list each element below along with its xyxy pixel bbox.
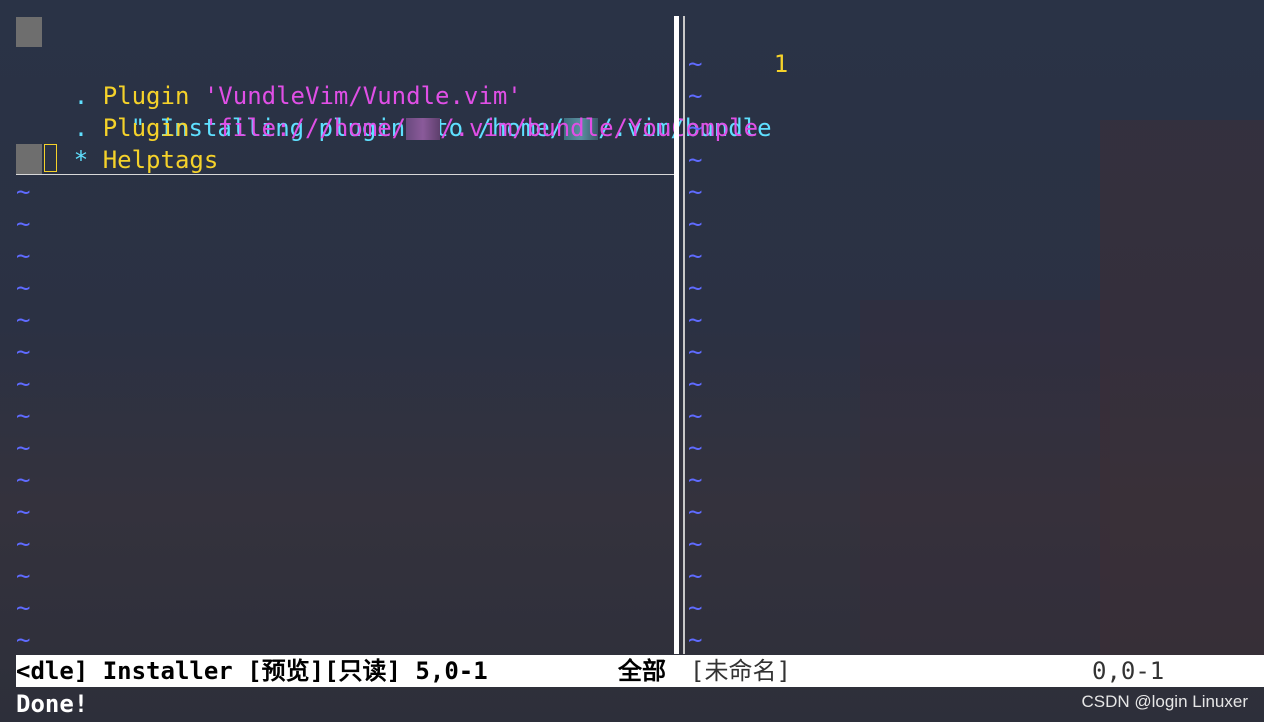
sign-column-block xyxy=(16,17,42,47)
status-left-file: <dle] Installer [预览][只读] 5,0-1 xyxy=(16,657,488,685)
text-cursor xyxy=(44,144,57,172)
empty-line-tilde: ~ xyxy=(16,466,31,494)
left-pane[interactable]: " Installing plugins to /home//.vim/bund… xyxy=(0,16,772,654)
empty-line-tilde: ~ xyxy=(16,562,31,590)
left-line-5 xyxy=(16,144,676,175)
empty-line-tilde: ~ xyxy=(688,370,703,398)
empty-line-tilde: ~ xyxy=(16,210,31,238)
status-line: <dle] Installer [预览][只读] 5,0-1 全部 [未命名] … xyxy=(16,655,1264,687)
vertical-split-thick[interactable] xyxy=(674,16,679,654)
redacted-username xyxy=(406,118,441,140)
empty-line-tilde: ~ xyxy=(688,210,703,238)
empty-line-tilde: ~ xyxy=(688,498,703,526)
empty-line-tilde: ~ xyxy=(688,562,703,590)
watermark: CSDN @login Linuxer xyxy=(1081,692,1248,711)
empty-line-tilde: ~ xyxy=(16,434,31,462)
empty-line-tilde: ~ xyxy=(16,370,31,398)
empty-line-tilde: ~ xyxy=(16,626,31,654)
empty-line-tilde: ~ xyxy=(688,274,703,302)
empty-line-tilde: ~ xyxy=(688,82,703,110)
empty-line-tilde: ~ xyxy=(688,626,703,654)
status-left-scroll: 全部 xyxy=(618,657,666,685)
right-pane[interactable]: 1 ~ ~ ~ ~ ~ ~ ~ ~ ~ ~ ~ ~ ~ ~ ~ ~ ~ ~ ~ xyxy=(688,16,1264,654)
sign-column-block xyxy=(16,144,42,174)
left-line-2: . Plugin 'VundleVim/Vundle.vim' xyxy=(16,48,522,110)
plugin-path-head: 'file:///home/ xyxy=(203,114,407,142)
left-line-1: " Installing plugins to /home//.vim/bund… xyxy=(16,16,772,142)
empty-line-tilde: ~ xyxy=(16,338,31,366)
empty-line-tilde: ~ xyxy=(16,178,31,206)
empty-line-tilde: ~ xyxy=(688,338,703,366)
empty-line-tilde: ~ xyxy=(16,274,31,302)
empty-line-tilde: ~ xyxy=(16,402,31,430)
empty-line-tilde: ~ xyxy=(16,594,31,622)
vertical-split-thin[interactable] xyxy=(683,16,685,654)
empty-line-tilde: ~ xyxy=(688,178,703,206)
empty-line-tilde: ~ xyxy=(688,306,703,334)
empty-line-tilde: ~ xyxy=(688,50,703,78)
empty-line-tilde: ~ xyxy=(16,530,31,558)
empty-line-tilde: ~ xyxy=(688,434,703,462)
right-line-1: 1 xyxy=(716,16,788,78)
empty-line-tilde: ~ xyxy=(688,114,703,142)
empty-line-tilde: ~ xyxy=(688,466,703,494)
line-number: 1 xyxy=(773,50,789,78)
command-line-message: Done! xyxy=(16,690,89,718)
empty-line-tilde: ~ xyxy=(688,242,703,270)
empty-line-tilde: ~ xyxy=(16,306,31,334)
left-line-4: * Helptags xyxy=(16,112,219,174)
empty-line-tilde: ~ xyxy=(16,498,31,526)
empty-line-tilde: ~ xyxy=(16,242,31,270)
empty-line-tilde: ~ xyxy=(688,402,703,430)
status-right-file: [未命名] xyxy=(690,657,791,685)
status-right-position: 0,0-1 xyxy=(1092,657,1165,685)
empty-line-tilde: ~ xyxy=(688,146,703,174)
left-line-3: . Plugin 'file:///home//.vim/bundle/YouC… xyxy=(16,80,758,142)
empty-line-tilde: ~ xyxy=(688,594,703,622)
empty-line-tilde: ~ xyxy=(688,530,703,558)
